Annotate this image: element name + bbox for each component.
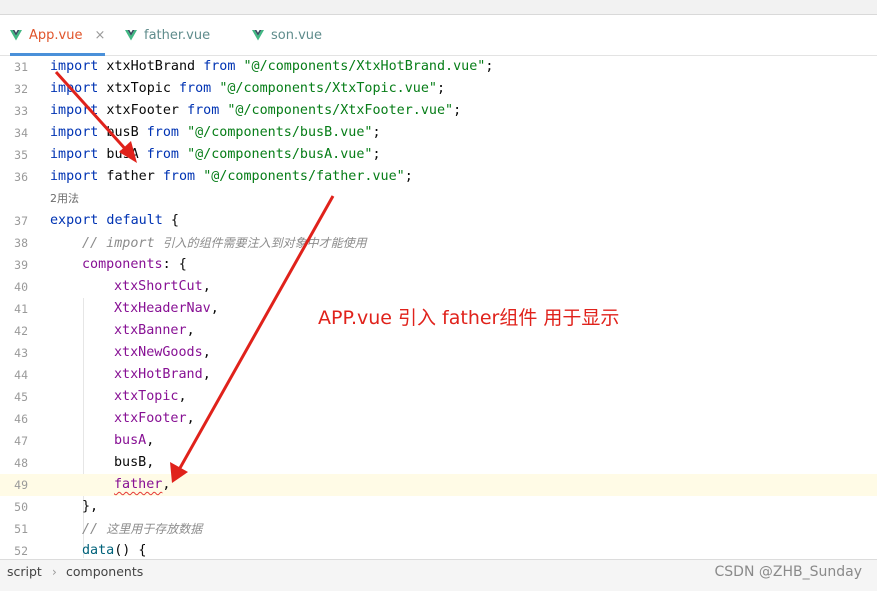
error-squiggle-identifier: father	[114, 477, 163, 492]
tab-son-vue[interactable]: son.vue	[252, 15, 322, 55]
code-line-48[interactable]: 48 busB,	[0, 452, 877, 474]
line-number: 49	[14, 478, 28, 492]
vue-file-icon	[125, 29, 137, 40]
line-number: 48	[14, 456, 28, 470]
line-number: 44	[14, 368, 28, 382]
usages-hint-line[interactable]: 2用法	[0, 188, 877, 210]
line-number: 50	[14, 500, 28, 514]
code-text: xtxBanner,	[114, 323, 195, 338]
code-line-45[interactable]: 45 xtxTopic,	[0, 386, 877, 408]
watermark: CSDN @ZHB_Sunday	[714, 564, 862, 580]
line-number: 31	[14, 60, 28, 74]
line-number: 45	[14, 390, 28, 404]
line-number: 35	[14, 148, 28, 162]
line-number: 40	[14, 280, 28, 294]
code-text: import busB from "@/components/busB.vue"…	[50, 125, 381, 140]
code-text: export default {	[50, 213, 179, 228]
code-text: xtxShortCut,	[114, 279, 211, 294]
code-text: data() {	[82, 543, 147, 558]
close-icon[interactable]: ×	[94, 28, 105, 43]
code-text: xtxTopic,	[114, 389, 187, 404]
line-number: 34	[14, 126, 28, 140]
code-text: XtxHeaderNav,	[114, 301, 219, 316]
tab-label: son.vue	[271, 27, 323, 43]
line-number: 42	[14, 324, 28, 338]
code-line-37[interactable]: 37 export default {	[0, 210, 877, 232]
tab-label: father.vue	[144, 27, 211, 43]
window-top-strip	[0, 0, 877, 15]
code-line-31[interactable]: 31 import xtxHotBrand from "@/components…	[0, 56, 877, 78]
status-bar: script › components CSDN @ZHB_Sunday	[0, 559, 877, 591]
line-number: 32	[14, 82, 28, 96]
line-number: 37	[14, 214, 28, 228]
code-comment: // import 引入的组件需要注入到对象中才能使用	[82, 236, 367, 251]
breadcrumb-script[interactable]: script	[7, 560, 42, 584]
line-number: 36	[14, 170, 28, 184]
code-text: import xtxFooter from "@/components/XtxF…	[50, 103, 462, 118]
line-number: 46	[14, 412, 28, 426]
code-text: components: {	[82, 257, 187, 272]
vue-file-icon	[252, 29, 264, 40]
line-number: 33	[14, 104, 28, 118]
annotation-text: APP.vue 引入 father组件 用于显示	[318, 307, 620, 329]
line-number: 38	[14, 236, 28, 250]
code-text: import father from "@/components/father.…	[50, 169, 413, 184]
usages-inlay-hint[interactable]: 2用法	[50, 188, 79, 210]
code-line-40[interactable]: 40 xtxShortCut,	[0, 276, 877, 298]
tab-father-vue[interactable]: father.vue	[125, 15, 210, 55]
code-text: busB,	[114, 455, 155, 470]
code-text: xtxHotBrand,	[114, 367, 211, 382]
code-text: father,	[114, 477, 171, 492]
code-line-36[interactable]: 36 import father from "@/components/fath…	[0, 166, 877, 188]
code-text: import busA from "@/components/busA.vue"…	[50, 147, 381, 162]
code-comment: // 这里用于存放数据	[82, 522, 203, 537]
line-number: 47	[14, 434, 28, 448]
code-line-39[interactable]: 39 components: {	[0, 254, 877, 276]
code-line-46[interactable]: 46 xtxFooter,	[0, 408, 877, 430]
code-text: import xtxHotBrand from "@/components/Xt…	[50, 59, 494, 74]
code-text: xtxFooter,	[114, 411, 195, 426]
line-number: 39	[14, 258, 28, 272]
chevron-right-icon: ›	[52, 565, 57, 579]
line-number: 52	[14, 544, 28, 558]
tab-app-vue[interactable]: App.vue ×	[10, 15, 106, 56]
code-line-34[interactable]: 34 import busB from "@/components/busB.v…	[0, 122, 877, 144]
code-line-49-current[interactable]: 49 father,	[0, 474, 877, 496]
editor-tab-bar: App.vue × father.vue son.vue	[0, 15, 877, 56]
code-line-51[interactable]: 51 // 这里用于存放数据	[0, 518, 877, 540]
code-text: },	[82, 499, 99, 514]
code-line-50[interactable]: 50 },	[0, 496, 877, 518]
code-line-35[interactable]: 35 import busA from "@/components/busA.v…	[0, 144, 877, 166]
line-number: 41	[14, 302, 28, 316]
code-line-33[interactable]: 33 import xtxFooter from "@/components/X…	[0, 100, 877, 122]
vue-file-icon	[10, 29, 22, 40]
line-number: 43	[14, 346, 28, 360]
code-line-52[interactable]: 52 data() {	[0, 540, 877, 558]
code-line-32[interactable]: 32 import xtxTopic from "@/components/Xt…	[0, 78, 877, 100]
code-text: busA,	[114, 433, 155, 448]
code-text: import xtxTopic from "@/components/XtxTo…	[50, 81, 446, 96]
line-number: 51	[14, 522, 28, 536]
code-line-43[interactable]: 43 xtxNewGoods,	[0, 342, 877, 364]
breadcrumb-components[interactable]: components	[66, 560, 143, 584]
code-line-38[interactable]: 38 // import 引入的组件需要注入到对象中才能使用	[0, 232, 877, 254]
code-line-44[interactable]: 44 xtxHotBrand,	[0, 364, 877, 386]
code-text: xtxNewGoods,	[114, 345, 211, 360]
code-line-47[interactable]: 47 busA,	[0, 430, 877, 452]
tab-label: App.vue	[29, 27, 83, 43]
